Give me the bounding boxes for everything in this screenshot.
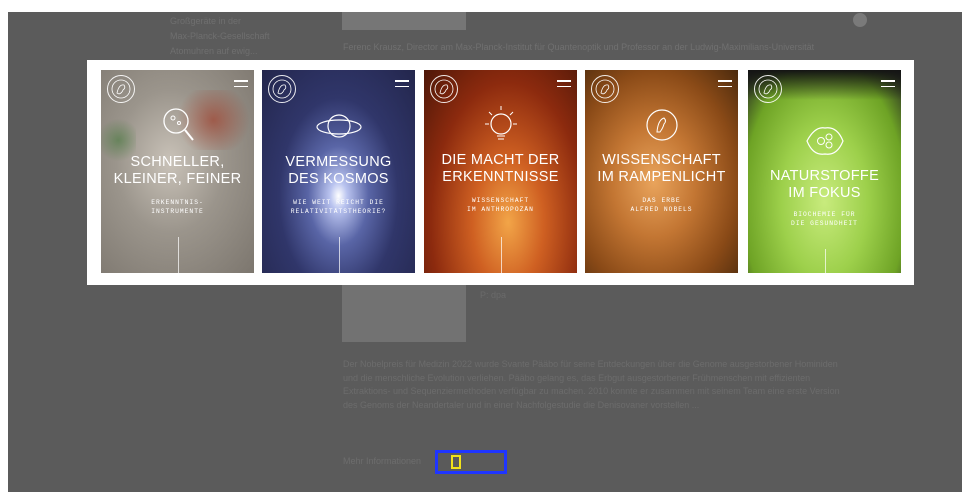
max-planck-logo-icon <box>268 75 296 103</box>
planet-icon <box>315 110 363 142</box>
topic-card-anthropozaen[interactable]: DIE MACHT DER ERKENNTNISSE WISSENSCHAFT IM… <box>424 70 577 273</box>
medal-icon <box>645 108 679 142</box>
menu-icon[interactable] <box>395 80 409 88</box>
max-planck-logo-icon <box>754 75 782 103</box>
card-subtitle: BIOCHEMIE FÜR DIE GESUNDHEIT <box>791 211 858 227</box>
card-divider <box>500 237 502 273</box>
card-subtitle: ERKENNTNIS- INSTRUMENTE <box>151 199 204 215</box>
card-title: DIE MACHT DER ERKENNTNISSE <box>441 152 560 185</box>
topic-gallery: SCHNELLER, KLEINER, FEINER ERKENNTNIS- INS… <box>87 60 914 285</box>
background-lead-text: Ferenc Krausz, Director am Max-Planck-In… <box>343 42 815 52</box>
card-divider <box>338 237 340 273</box>
lightbulb-icon <box>479 104 523 146</box>
card-subtitle: DAS ERBE ALFRED NOBELS <box>630 197 693 213</box>
menu-icon[interactable] <box>718 80 732 88</box>
background-caption: P: dpa <box>480 290 507 300</box>
topic-card-erkenntnisinstrumente[interactable]: SCHNELLER, KLEINER, FEINER ERKENNTNIS- INS… <box>101 70 254 273</box>
max-planck-logo-icon <box>591 75 619 103</box>
sidebar-link: Max-Planck-Gesellschaft <box>170 31 270 41</box>
background-paragraph: Der Nobelpreis für Medizin 2022 wurde Sv… <box>343 359 840 410</box>
card-divider <box>177 237 179 273</box>
card-subtitle: WISSENSCHAFT IM ANTHROPOZÄN <box>467 197 534 213</box>
menu-icon[interactable] <box>234 80 248 88</box>
sidebar-link: Großgeräte in der <box>170 16 242 26</box>
menu-icon[interactable] <box>557 80 571 88</box>
sidebar-links: Großgeräte in der Max-Planck-Gesellschaf… <box>170 16 320 61</box>
topic-card-nobel[interactable]: WISSENSCHAFT IM RAMPENLICHT DAS ERBE ALFRE… <box>585 70 738 273</box>
focus-highlight[interactable] <box>435 450 507 474</box>
topic-card-naturstoffe[interactable]: NATURSTOFFE IM FOKUS BIOCHEMIE FÜR DIE GES… <box>748 70 901 273</box>
focus-cursor-marker <box>451 455 461 469</box>
card-divider <box>824 249 826 273</box>
molecule-icon <box>801 124 849 158</box>
topic-card-kosmos[interactable]: VERMESSUNG DES KOSMOS WIE WEIT REICHT DIE… <box>262 70 415 273</box>
card-subtitle: WIE WEIT REICHT DIE RELATIVITÄTSTHEORIE? <box>290 199 387 215</box>
magnifier-icon <box>161 106 195 146</box>
card-title: SCHNELLER, KLEINER, FEINER <box>113 154 242 187</box>
max-planck-logo-icon <box>430 75 458 103</box>
sidebar-link: Atomuhren auf ewig... <box>170 46 258 56</box>
background-portrait-image <box>342 282 466 342</box>
max-planck-logo-icon <box>107 75 135 103</box>
background-close-icon <box>853 13 867 27</box>
card-title: VERMESSUNG DES KOSMOS <box>285 154 392 187</box>
menu-icon[interactable] <box>881 80 895 88</box>
card-title: WISSENSCHAFT IM RAMPENLICHT <box>597 152 726 185</box>
card-title: NATURSTOFFE IM FOKUS <box>769 168 880 201</box>
more-info-link: Mehr Informationen <box>343 456 422 466</box>
background-image <box>342 12 466 30</box>
